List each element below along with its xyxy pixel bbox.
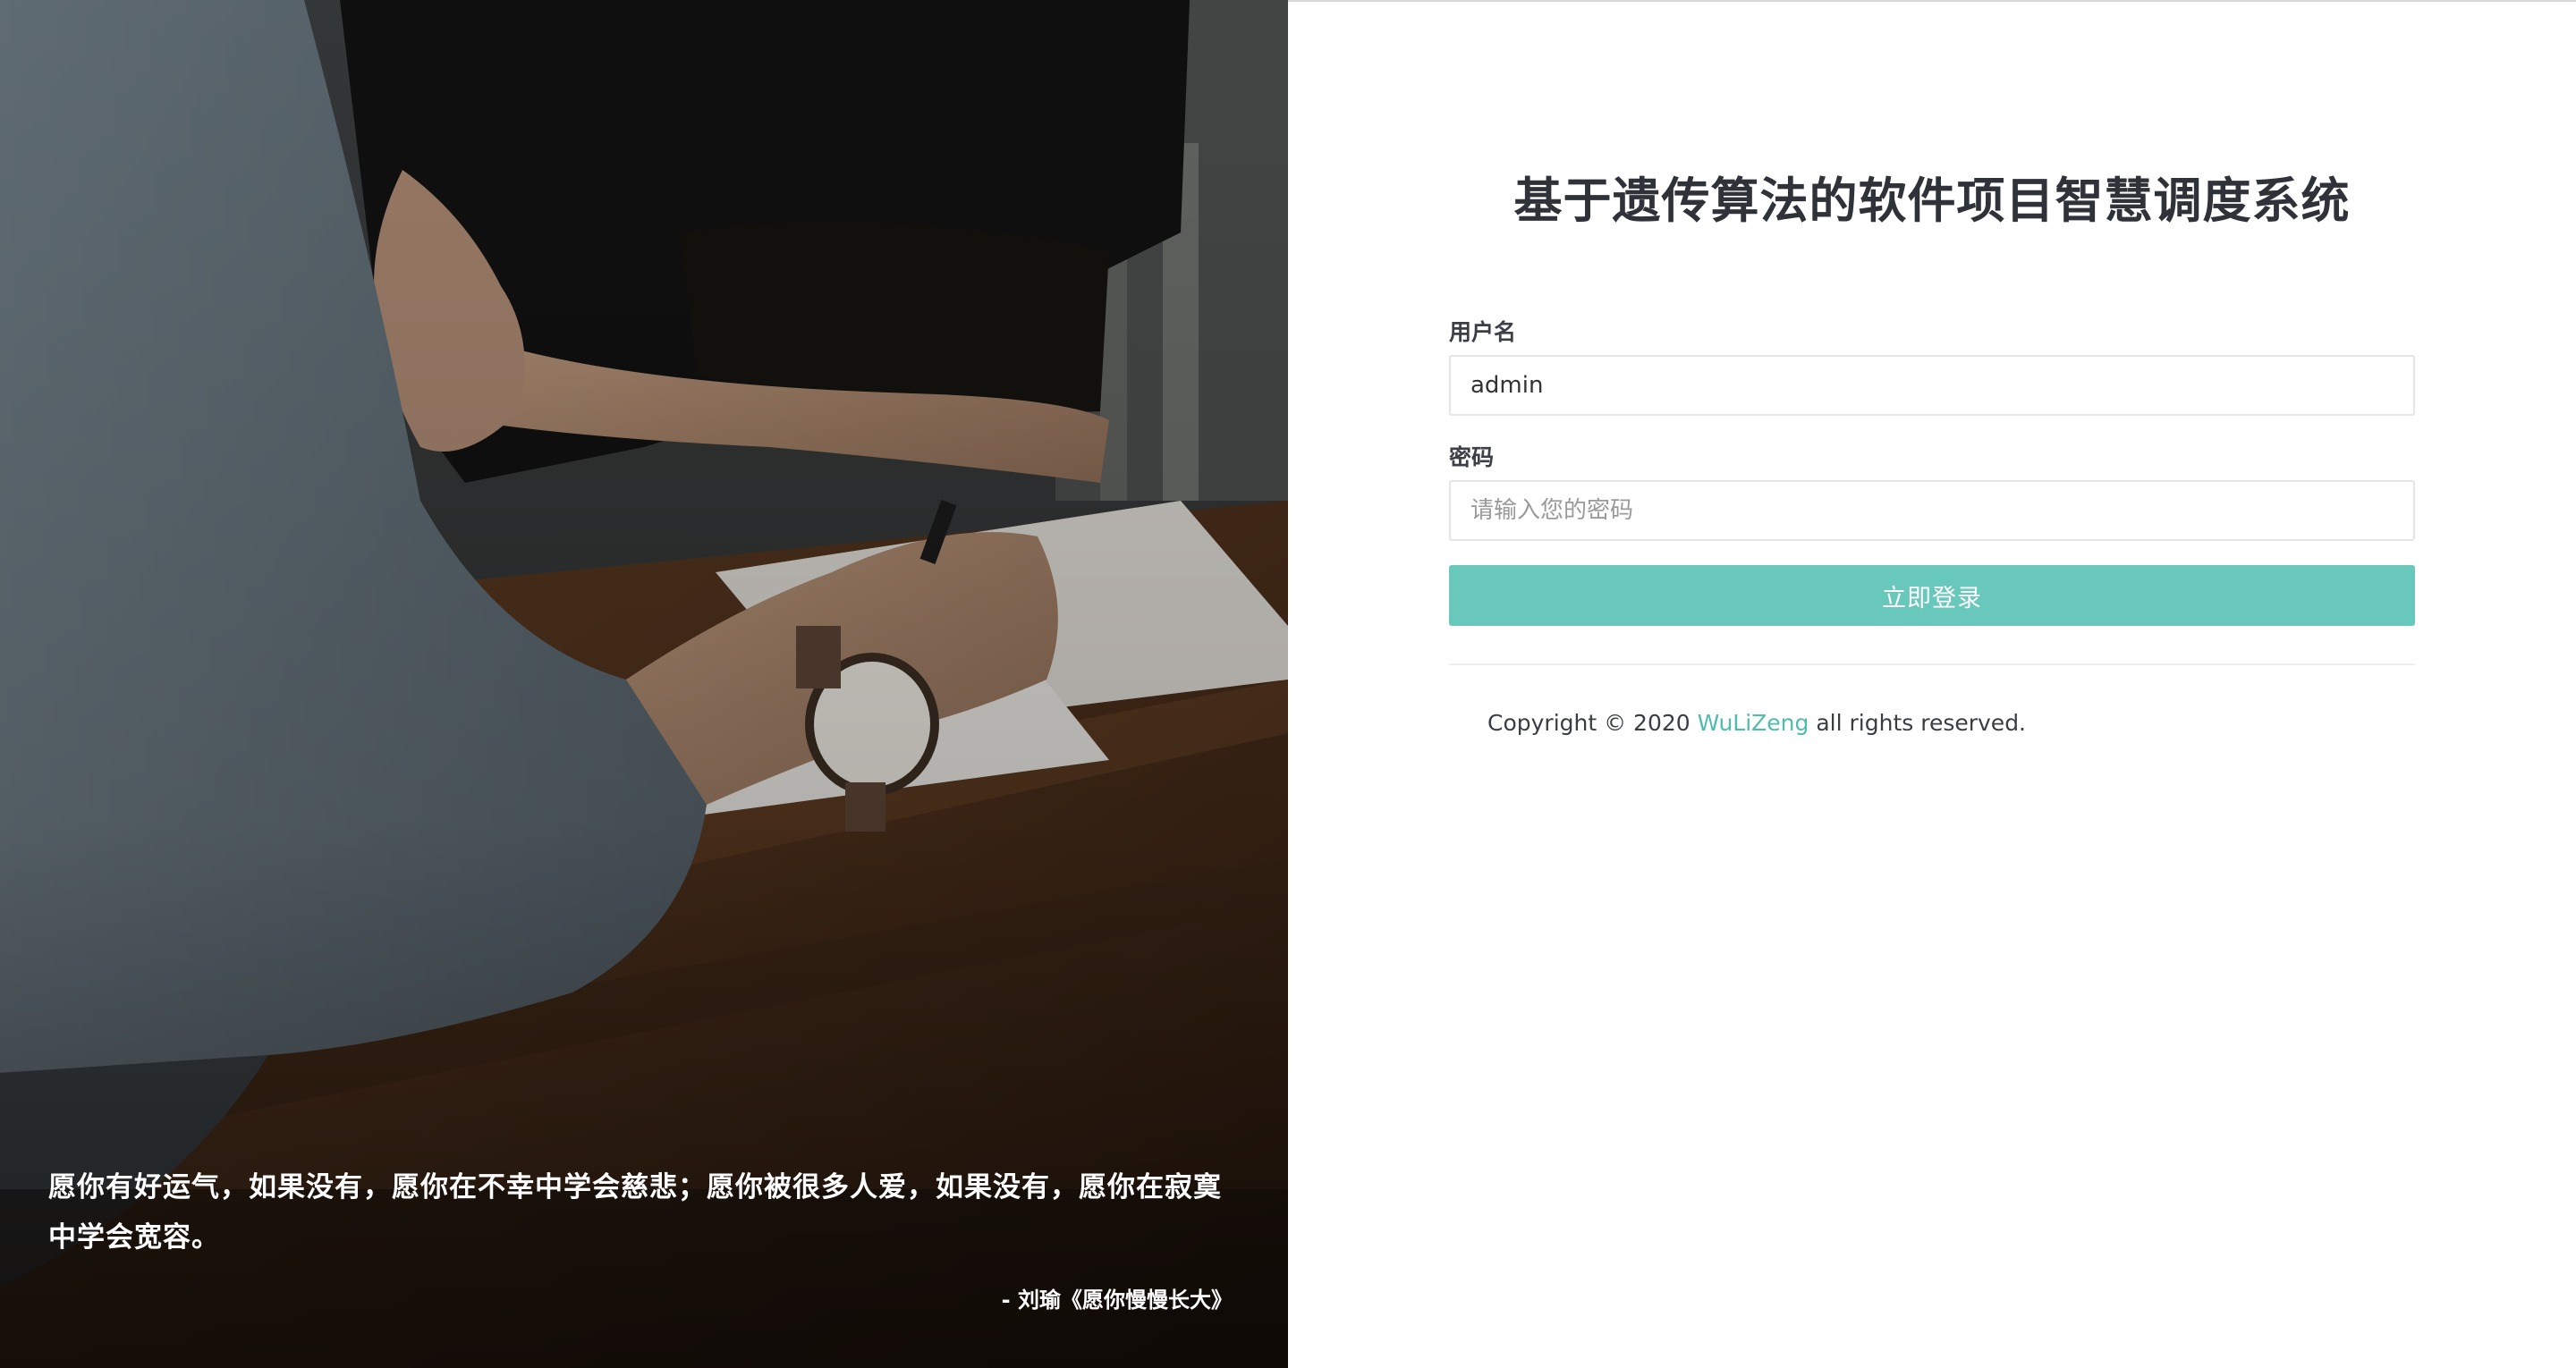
- background-photo-panel: 愿你有好运气，如果没有，愿你在不幸中学会慈悲；愿你被很多人爱，如果没有，愿你在寂…: [0, 0, 1288, 1368]
- login-panel: 基于遗传算法的软件项目智慧调度系统 用户名 密码 立即登录 Copyright …: [1288, 0, 2576, 1368]
- copyright-suffix: all rights reserved.: [1809, 710, 2027, 736]
- copyright-prefix: Copyright © 2020: [1487, 710, 1698, 736]
- page-title: 基于遗传算法的软件项目智慧调度系统: [1513, 173, 2351, 229]
- username-label: 用户名: [1449, 319, 1517, 345]
- form-divider: [1449, 663, 2415, 665]
- quote-text: 愿你有好运气，如果没有，愿你在不幸中学会慈悲；愿你被很多人爱，如果没有，愿你在寂…: [48, 1171, 1222, 1254]
- quote-author: - 刘瑜《愿你慢慢长大》: [1001, 1288, 1233, 1313]
- copyright-text: Copyright © 2020 WuLiZeng all rights res…: [1487, 710, 2026, 736]
- top-border: [1288, 0, 2576, 2]
- login-button[interactable]: 立即登录: [1449, 565, 2415, 626]
- username-input[interactable]: [1449, 355, 2415, 416]
- password-input[interactable]: [1449, 480, 2415, 541]
- password-label: 密码: [1449, 444, 1495, 470]
- quote-block: 愿你有好运气，如果没有，愿你在不幸中学会慈悲；愿你被很多人爱，如果没有，愿你在寂…: [48, 1162, 1240, 1313]
- author-link[interactable]: WuLiZeng: [1698, 710, 1809, 736]
- login-page: 愿你有好运气，如果没有，愿你在不幸中学会慈悲；愿你被很多人爱，如果没有，愿你在寂…: [0, 0, 2576, 1368]
